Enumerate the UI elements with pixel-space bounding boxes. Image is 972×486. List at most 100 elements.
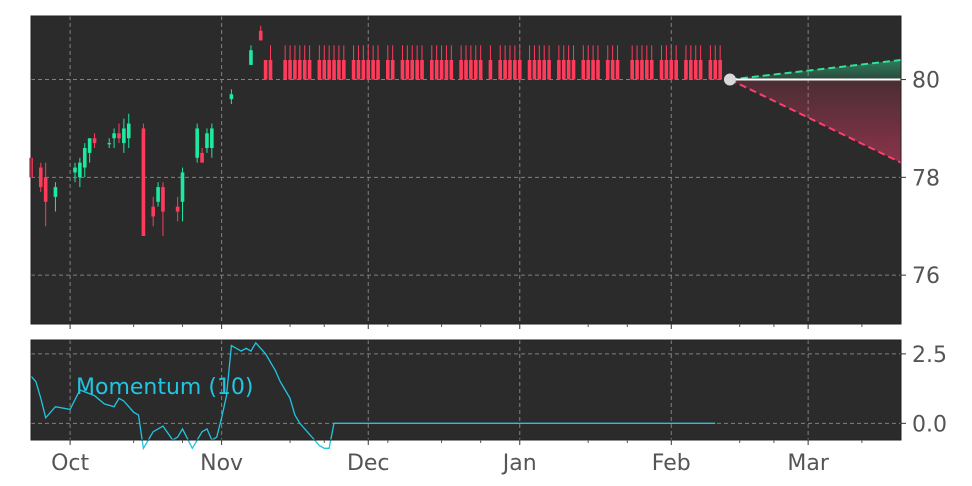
price-candle-flat (561, 60, 566, 80)
price-candle-flat (586, 60, 590, 80)
price-candle-flat (708, 60, 713, 80)
price-candle-flat (464, 60, 468, 80)
price-candle-flat (713, 60, 718, 80)
price-candle-flat (517, 60, 522, 80)
price-candle-flat (513, 60, 517, 80)
xtick-label-dec: Dec (347, 451, 390, 476)
price-candle-flat (537, 60, 542, 80)
price-candle (210, 128, 214, 148)
price-candle-flat (376, 60, 380, 80)
price-candle (112, 133, 116, 139)
price-candle-flat (385, 60, 390, 80)
forecast-start-dot (723, 73, 736, 86)
price-candle-flat (283, 60, 287, 80)
xtick-label-oct: Oct (51, 451, 89, 476)
xtick-label-feb: Feb (652, 451, 691, 476)
price-candle-flat (478, 60, 483, 80)
price-candle-flat (542, 60, 547, 80)
price-candle-flat (473, 60, 478, 80)
price-candle (151, 206, 155, 217)
price-candle-flat (429, 60, 434, 80)
price-candle (43, 177, 48, 202)
price-candle (141, 128, 146, 236)
price-candle-flat (581, 60, 586, 80)
price-candle-flat (298, 60, 302, 80)
price-candle-flat (591, 60, 595, 80)
stock-chart: 76 78 80 0.0 2.5 Oct Nov Dec Jan Feb Mar Momentu… (0, 0, 972, 486)
price-candle-flat (689, 60, 693, 80)
price-candle-flat (645, 60, 649, 80)
price-candle-flat (664, 60, 669, 80)
price-candle (122, 128, 126, 144)
price-candle (117, 133, 121, 139)
price-candle (195, 128, 199, 158)
price-candle-flat (361, 60, 366, 80)
price-candle (87, 138, 92, 153)
price-candle-flat (532, 60, 537, 80)
price-candle (258, 30, 263, 41)
price-candle (249, 50, 253, 65)
price-candle-flat (327, 60, 331, 80)
price-candle (92, 138, 97, 144)
price-candle-flat (547, 60, 551, 80)
price-candle-flat (630, 60, 634, 80)
price-candle (156, 187, 160, 202)
price-candle-flat (302, 60, 307, 80)
price-candle (107, 143, 112, 145)
price-candle-flat (610, 60, 615, 80)
price-candle-flat (635, 60, 639, 80)
price-candle-flat (527, 60, 532, 80)
price-ytick-label: 80 (912, 69, 940, 94)
price-candle-flat (337, 60, 341, 80)
price-candle-flat (410, 60, 415, 80)
price-candle (53, 187, 58, 197)
price-candle (78, 162, 82, 178)
price-candle-flat (557, 60, 561, 80)
price-candle-flat (342, 60, 346, 80)
price-candle-flat (669, 60, 674, 80)
price-panel: 76 78 80 (29, 15, 940, 325)
price-candle (263, 60, 268, 80)
price-candle (38, 167, 43, 188)
price-candle-flat (698, 60, 703, 80)
price-candle (175, 206, 180, 212)
price-candle-flat (307, 60, 312, 80)
price-candle-flat (508, 60, 512, 80)
price-candle (205, 133, 209, 148)
price-candle-flat (434, 60, 439, 80)
price-candle (229, 94, 234, 100)
price-candle-flat (351, 60, 356, 80)
price-candle-flat (649, 60, 654, 80)
price-candle-flat (405, 60, 410, 80)
price-candle-flat (400, 60, 405, 80)
price-candle (180, 172, 185, 202)
price-candle-flat (684, 60, 688, 80)
price-candle-flat (615, 60, 620, 80)
price-candle-flat (605, 60, 610, 80)
price-candle (73, 167, 77, 173)
momentum-ytick-label: 2.5 (912, 343, 947, 368)
price-candle-flat (366, 60, 371, 80)
price-candle-flat (640, 60, 644, 80)
price-candle-flat (439, 60, 444, 80)
price-candle-flat (693, 60, 698, 80)
price-candle-flat (288, 60, 292, 80)
price-candle-flat (488, 60, 493, 80)
price-candle-flat (332, 60, 336, 80)
price-candle-flat (444, 60, 449, 80)
momentum-legend-label: Momentum (10) (76, 375, 254, 400)
xtick-label-jan: Jan (501, 451, 537, 476)
price-candle (200, 152, 204, 163)
price-candle-flat (268, 60, 273, 80)
price-candle-flat (415, 60, 419, 80)
price-candle-flat (449, 60, 454, 80)
price-candle-flat (503, 60, 507, 80)
price-candle-flat (420, 60, 424, 80)
price-candle-flat (322, 60, 327, 80)
price-candle-flat (659, 60, 664, 80)
price-candle-flat (674, 60, 678, 80)
price-candle-flat (718, 60, 722, 80)
price-ytick-label: 76 (912, 264, 940, 289)
price-candle (126, 123, 131, 139)
price-candle-flat (356, 60, 361, 80)
